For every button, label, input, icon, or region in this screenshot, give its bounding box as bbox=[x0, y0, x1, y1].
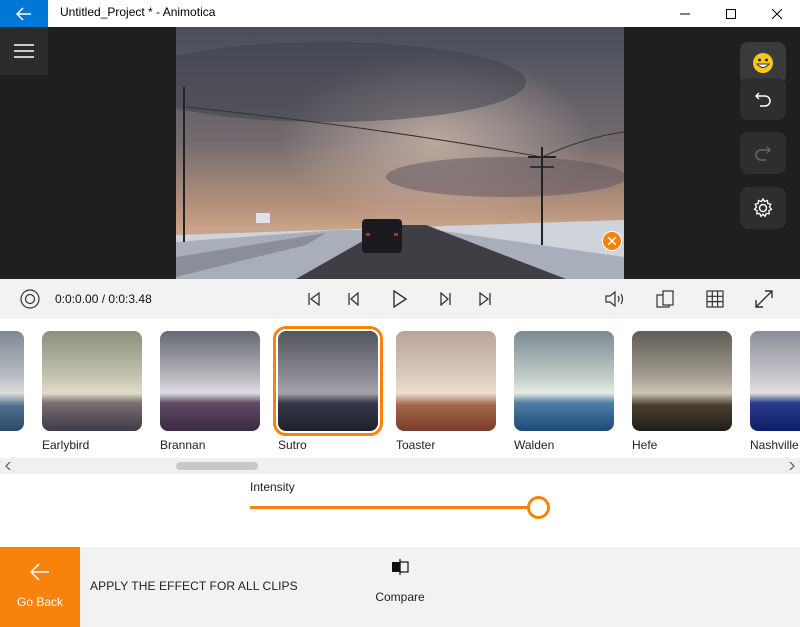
compare-icon bbox=[392, 559, 409, 575]
filter-item-earlybird[interactable]: Earlybird bbox=[42, 331, 142, 452]
menu-button[interactable] bbox=[0, 27, 48, 75]
dial-icon bbox=[20, 289, 40, 309]
video-preview[interactable] bbox=[176, 27, 624, 279]
intensity-label: Intensity bbox=[250, 480, 295, 494]
go-to-end-button[interactable] bbox=[473, 287, 497, 311]
filter-label: Walden bbox=[514, 438, 555, 452]
next-frame-button[interactable] bbox=[433, 287, 457, 311]
filter-label: Toaster bbox=[396, 438, 436, 452]
filter-item-sutro[interactable]: Sutro bbox=[273, 326, 383, 452]
close-button[interactable] bbox=[754, 0, 800, 27]
bottom-bar: Go Back APPLY THE EFFECT FOR ALL CLIPS C… bbox=[0, 547, 800, 627]
redo-button[interactable] bbox=[740, 132, 786, 174]
skip-end-icon bbox=[479, 292, 491, 306]
filter-thumbnail bbox=[42, 331, 142, 431]
skip-start-icon bbox=[308, 292, 320, 306]
close-icon bbox=[608, 237, 616, 245]
filter-thumbnail bbox=[514, 331, 614, 431]
remove-effect-button[interactable] bbox=[602, 231, 622, 251]
title-bar: Untitled_Project * - Animotica bbox=[0, 0, 800, 27]
filter-thumbnail bbox=[160, 331, 260, 431]
minimize-button[interactable] bbox=[662, 0, 708, 27]
hamburger-icon bbox=[14, 44, 34, 58]
filter-item-brannan[interactable]: Brannan bbox=[160, 331, 260, 452]
go-to-start-button[interactable] bbox=[302, 287, 326, 311]
play-icon bbox=[393, 290, 408, 308]
filter-item-walden[interactable]: Walden bbox=[514, 331, 614, 452]
intensity-slider-track[interactable] bbox=[250, 506, 540, 509]
go-back-button[interactable]: Go Back bbox=[0, 547, 80, 627]
settings-button[interactable] bbox=[740, 187, 786, 229]
undo-icon bbox=[754, 92, 771, 107]
play-button[interactable] bbox=[388, 287, 412, 311]
filter-thumbnail bbox=[750, 331, 800, 431]
filter-label: Brannan bbox=[160, 438, 206, 452]
playback-settings-button[interactable] bbox=[18, 287, 42, 311]
arrow-left-icon bbox=[16, 6, 31, 21]
filter-thumbnail bbox=[396, 331, 496, 431]
redo-icon bbox=[755, 146, 772, 161]
filter-item-nashville[interactable]: Nashville bbox=[750, 331, 800, 452]
horizontal-scrollbar[interactable] bbox=[0, 458, 800, 474]
step-back-icon bbox=[348, 292, 359, 306]
previous-frame-button[interactable] bbox=[342, 287, 366, 311]
compare-label: Compare bbox=[375, 590, 425, 604]
apply-all-button[interactable]: APPLY THE EFFECT FOR ALL CLIPS bbox=[90, 579, 298, 593]
filter-item-hefe[interactable]: Hefe bbox=[632, 331, 732, 452]
volume-button[interactable] bbox=[603, 287, 627, 311]
window-back-button[interactable] bbox=[0, 0, 48, 27]
filter-label: Earlybird bbox=[42, 438, 90, 452]
video-frame bbox=[176, 27, 624, 279]
maximize-button[interactable] bbox=[708, 0, 754, 27]
close-icon bbox=[772, 8, 782, 19]
filter-label: Nashville bbox=[750, 438, 799, 452]
emoji-icon bbox=[753, 53, 773, 73]
arrow-left-icon bbox=[30, 563, 49, 581]
grid-button[interactable] bbox=[703, 287, 727, 311]
window-title: Untitled_Project * - Animotica bbox=[60, 5, 216, 19]
volume-icon bbox=[605, 290, 624, 308]
undo-button[interactable] bbox=[740, 78, 786, 120]
go-back-label: Go Back bbox=[16, 595, 64, 609]
chevron-left-icon[interactable] bbox=[4, 462, 12, 470]
filter-item[interactable] bbox=[0, 331, 24, 438]
filter-label: Hefe bbox=[632, 438, 658, 452]
intensity-panel: Intensity bbox=[0, 474, 800, 547]
step-forward-icon bbox=[440, 292, 451, 306]
filter-thumbnail bbox=[632, 331, 732, 431]
filter-thumbnail bbox=[0, 331, 24, 431]
crop-icon bbox=[656, 290, 674, 308]
filter-thumbnail bbox=[273, 326, 383, 436]
maximize-icon bbox=[726, 8, 736, 19]
scrollbar-thumb[interactable] bbox=[176, 462, 258, 470]
filter-item-toaster[interactable]: Toaster bbox=[396, 331, 496, 452]
fullscreen-button[interactable] bbox=[752, 287, 776, 311]
minimize-icon bbox=[680, 13, 690, 14]
chevron-right-icon[interactable] bbox=[788, 462, 796, 470]
grid-icon bbox=[706, 290, 724, 308]
aspect-ratio-button[interactable] bbox=[653, 287, 677, 311]
intensity-slider-thumb[interactable] bbox=[527, 496, 550, 519]
gear-icon bbox=[753, 197, 773, 218]
filter-label: Sutro bbox=[278, 438, 307, 452]
compare-button[interactable]: Compare bbox=[360, 559, 440, 604]
transport-bar: 0:0:0.00 / 0:0:3.48 bbox=[0, 279, 800, 319]
filter-strip: Earlybird Brannan Sutro Toaster Walden H… bbox=[0, 319, 800, 458]
time-readout: 0:0:0.00 / 0:0:3.48 bbox=[55, 292, 152, 306]
fullscreen-icon bbox=[755, 290, 773, 308]
